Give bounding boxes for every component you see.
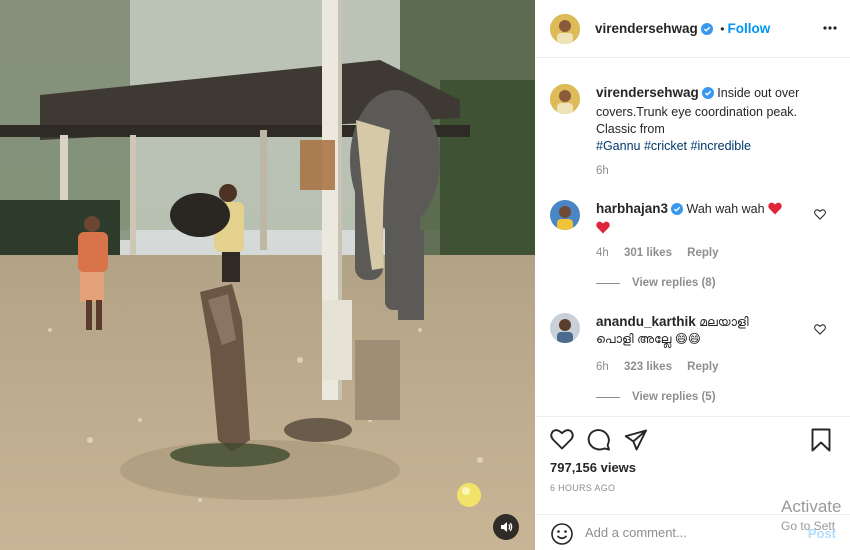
commenter-avatar[interactable] — [550, 200, 580, 230]
post-header: virendersehwag • Follow — [535, 0, 850, 58]
like-comment-heart-icon[interactable] — [814, 322, 826, 340]
more-options-icon[interactable] — [822, 20, 838, 41]
comment-2-time[interactable]: 6h — [596, 361, 609, 373]
paper-plane-icon[interactable] — [624, 428, 648, 457]
caption: virendersehwag Inside out over covers.Tr… — [596, 84, 811, 155]
comment-2-meta: 6h 323 likes Reply — [596, 361, 731, 373]
hashtag-gannu[interactable]: #Gannu — [596, 139, 640, 153]
verified-badge-icon — [701, 87, 714, 104]
comment-icon[interactable] — [587, 428, 611, 457]
video-frame — [0, 0, 535, 550]
header-author-line: virendersehwag • Follow — [595, 20, 770, 40]
hashtag-incredible[interactable]: #incredible — [691, 139, 751, 153]
caption-author-name[interactable]: virendersehwag — [596, 85, 699, 100]
red-heart-emoji-icon — [596, 221, 610, 235]
comment-2-view-replies[interactable]: View replies (5) — [596, 391, 716, 403]
speaker-icon — [501, 522, 513, 532]
red-heart-emoji-icon — [768, 202, 782, 216]
follow-button[interactable]: Follow — [727, 21, 770, 36]
comment-1-text: Wah wah wah — [686, 202, 765, 216]
divider — [596, 396, 620, 398]
comment-1-view-replies[interactable]: View replies (8) — [596, 277, 716, 289]
divider — [596, 282, 620, 284]
post-side-panel: virendersehwag • Follow virendersehwag In… — [535, 0, 850, 550]
view-count[interactable]: 797,156 views — [550, 460, 636, 475]
heart-icon[interactable] — [550, 428, 574, 455]
comment-1-meta: 4h 301 likes Reply — [596, 247, 731, 259]
post-video[interactable] — [0, 0, 535, 550]
comment-1-time[interactable]: 4h — [596, 247, 609, 259]
comment-bar: Post — [535, 514, 850, 550]
comment-1-likes[interactable]: 301 likes — [624, 247, 672, 259]
author-avatar[interactable] — [550, 14, 580, 44]
bookmark-icon[interactable] — [810, 428, 832, 457]
like-comment-heart-icon[interactable] — [814, 207, 826, 225]
add-comment-input[interactable] — [585, 525, 785, 540]
comment-2-likes[interactable]: 323 likes — [624, 361, 672, 373]
comment-2: anandu_karthik മലയാളി പൊളി അല്ലേ 😄😄 — [596, 313, 776, 348]
post-actions: 797,156 views 6 HOURS AGO Post — [535, 416, 850, 550]
verified-badge-icon — [671, 203, 684, 220]
comment-1-author[interactable]: harbhajan3 — [596, 201, 668, 216]
post-timestamp[interactable]: 6 HOURS AGO — [550, 483, 615, 493]
header-separator: • — [720, 22, 725, 36]
comment-1-view-replies-label: View replies (8) — [632, 277, 716, 289]
comment-1: harbhajan3 Wah wah wah — [596, 200, 796, 237]
comment-2-reply[interactable]: Reply — [687, 361, 718, 373]
hashtag-cricket[interactable]: #cricket — [644, 139, 687, 153]
comment-2-author[interactable]: anandu_karthik — [596, 314, 696, 329]
comments-list[interactable]: virendersehwag Inside out over covers.Tr… — [535, 59, 850, 415]
header-author-name[interactable]: virendersehwag — [595, 21, 698, 36]
commenter-avatar[interactable] — [550, 313, 580, 343]
caption-author-avatar[interactable] — [550, 84, 580, 114]
verified-badge-icon — [700, 22, 713, 40]
caption-time[interactable]: 6h — [596, 165, 609, 177]
comment-2-view-replies-label: View replies (5) — [632, 391, 716, 403]
mute-button[interactable] — [493, 514, 519, 540]
comment-1-reply[interactable]: Reply — [687, 247, 718, 259]
smiley-icon[interactable] — [550, 522, 574, 550]
caption-meta: 6h — [596, 165, 621, 177]
post-comment-button[interactable]: Post — [808, 526, 836, 541]
